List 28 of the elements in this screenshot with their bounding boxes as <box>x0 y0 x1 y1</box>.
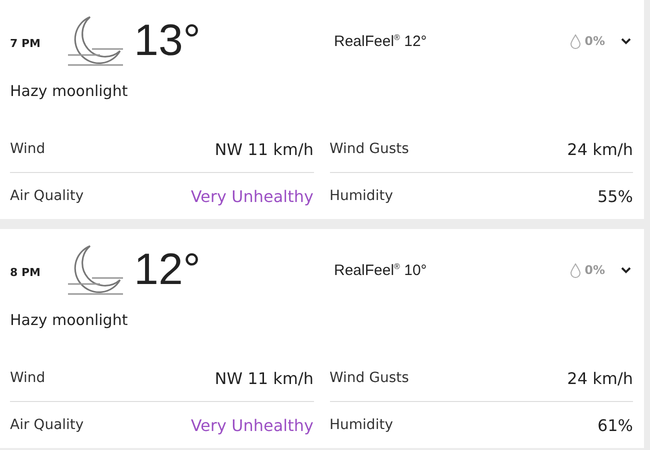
stat-label: Humidity <box>330 188 393 204</box>
temperature: 12° <box>134 245 202 296</box>
stat-label: Humidity <box>330 417 393 433</box>
temperature: 13° <box>134 16 202 66</box>
stat-value: Very Unhealthy <box>190 186 314 206</box>
condition-text: Hazy moonlight <box>10 82 129 102</box>
stat-label: Air Quality <box>10 188 84 204</box>
stat-label: Air Quality <box>10 417 84 433</box>
realfeel-text: RealFeel$^{®}$ 10° <box>334 262 428 279</box>
stat-label: Wind Gusts <box>330 141 409 157</box>
drop-icon <box>570 262 581 278</box>
stat-label: Wind Gusts <box>330 370 409 386</box>
precipitation-value: 0% <box>584 263 605 278</box>
stat-value: 61% <box>597 416 633 434</box>
precipitation-value: 0% <box>584 34 605 48</box>
stat-value: NW 11 km/h <box>214 140 314 158</box>
stat-label: Wind <box>10 370 46 386</box>
realfeel-text: RealFeel$^{®}$ 12° <box>334 32 428 50</box>
stat-value: 24 km/h <box>567 368 633 388</box>
stat-value: 55% <box>597 186 633 206</box>
stat-label: Wind <box>10 141 46 157</box>
stat-value: NW 11 km/h <box>214 368 314 388</box>
hour-time: 7 PM <box>10 36 42 50</box>
stat-value: Very Unhealthy <box>190 416 314 434</box>
condition-text: Hazy moonlight <box>10 311 129 332</box>
drop-icon <box>570 34 581 49</box>
stat-value: 24 km/h <box>567 140 633 158</box>
hour-time: 8 PM <box>10 266 42 279</box>
